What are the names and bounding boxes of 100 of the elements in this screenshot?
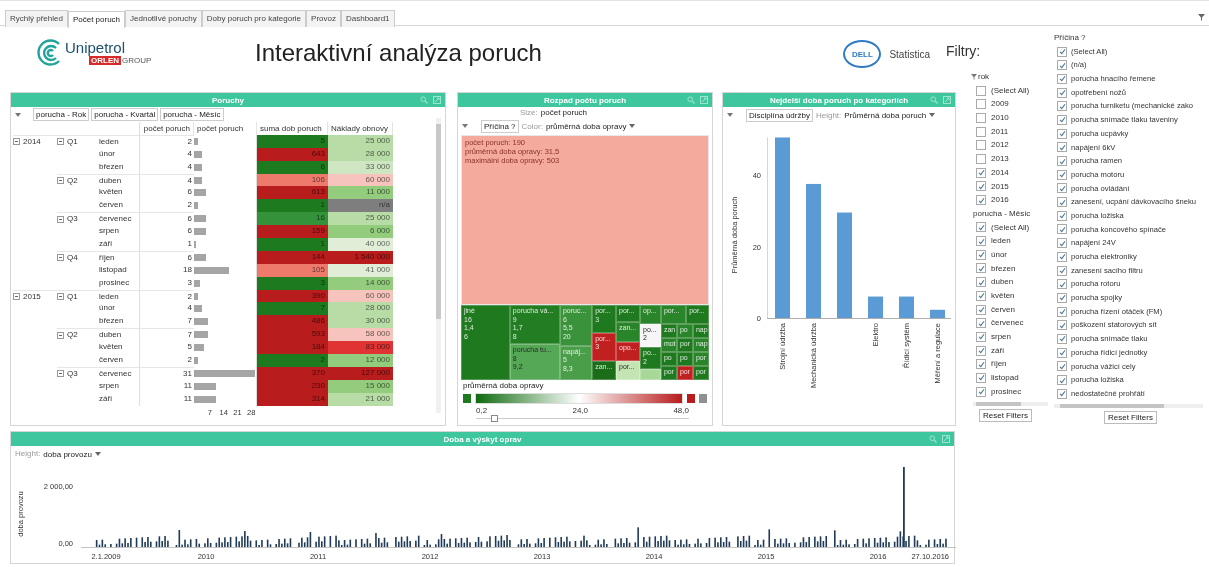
collapse-icon[interactable] xyxy=(57,177,64,184)
checkbox[interactable] xyxy=(976,318,986,329)
scrollbar[interactable] xyxy=(436,118,441,413)
checkbox[interactable] xyxy=(976,222,986,233)
filter-option[interactable]: srpen xyxy=(973,330,1054,344)
filter-option[interactable]: 2009 xyxy=(973,97,1054,112)
checkbox[interactable] xyxy=(1057,73,1067,84)
checkbox[interactable] xyxy=(976,236,986,247)
checkbox[interactable] xyxy=(1057,320,1067,331)
checkbox[interactable] xyxy=(1057,224,1067,235)
checkbox[interactable] xyxy=(976,359,986,370)
checkbox[interactable] xyxy=(1057,114,1067,125)
tab[interactable]: Počet poruch xyxy=(67,11,126,28)
checkbox[interactable] xyxy=(1057,128,1067,139)
filter-option[interactable]: 2010 xyxy=(973,111,1054,125)
category-field-button[interactable]: Příčina ? xyxy=(481,119,519,133)
pivot-field-button[interactable]: porucha - Kvartál xyxy=(91,108,159,121)
checkbox[interactable] xyxy=(976,304,986,315)
checkbox[interactable] xyxy=(976,112,986,123)
pivot-field-button[interactable]: porucha - Měsíc xyxy=(160,108,224,121)
dropdown-caret-icon[interactable] xyxy=(462,124,468,128)
filter-option[interactable]: 2011 xyxy=(973,124,1054,139)
tab[interactable]: Jednotlivé poruchy xyxy=(125,10,202,27)
slider-handle[interactable] xyxy=(490,415,498,422)
checkbox[interactable] xyxy=(976,290,986,301)
filter-option[interactable]: duben xyxy=(973,275,1054,289)
checkbox[interactable] xyxy=(1057,183,1067,194)
checkbox[interactable] xyxy=(1057,265,1067,276)
checkbox[interactable] xyxy=(976,277,986,288)
filter-option[interactable]: 2013 xyxy=(973,152,1054,166)
checkbox[interactable] xyxy=(976,126,986,137)
collapse-icon[interactable] xyxy=(57,370,64,378)
tab[interactable]: Rychlý přehled xyxy=(5,10,68,27)
checkbox[interactable] xyxy=(1057,169,1067,180)
bar[interactable] xyxy=(930,309,945,318)
collapse-icon[interactable] xyxy=(13,293,20,300)
filter-option[interactable]: červen xyxy=(973,302,1054,317)
checkbox[interactable] xyxy=(1057,210,1067,221)
filter-option[interactable]: listopad xyxy=(973,371,1054,385)
collapse-icon[interactable] xyxy=(13,138,20,146)
checkbox[interactable] xyxy=(1057,251,1067,262)
checkbox[interactable] xyxy=(1057,197,1067,208)
scrollbar[interactable] xyxy=(1054,403,1203,408)
tab[interactable]: Dashboard1 xyxy=(340,10,395,27)
scrollbar[interactable] xyxy=(973,401,1048,406)
category-field-button[interactable]: Disciplína údržby xyxy=(746,108,813,122)
filter-option[interactable]: (Select All) xyxy=(973,220,1054,235)
checkbox[interactable] xyxy=(976,345,986,356)
checkbox[interactable] xyxy=(976,195,986,206)
checkbox[interactable] xyxy=(976,263,986,274)
checkbox[interactable] xyxy=(1057,238,1067,249)
checkbox[interactable] xyxy=(976,99,986,110)
tab[interactable]: Doby poruch pro kategorie xyxy=(201,10,307,27)
filter-option[interactable]: červenec xyxy=(973,316,1054,331)
pivot-field-button[interactable]: porucha - Rok xyxy=(33,108,90,121)
filter-icon[interactable] xyxy=(1198,14,1205,21)
checkbox[interactable] xyxy=(976,249,986,260)
checkbox[interactable] xyxy=(1057,306,1067,317)
checkbox[interactable] xyxy=(976,140,986,151)
checkbox[interactable] xyxy=(976,167,986,178)
collapse-icon[interactable] xyxy=(57,293,64,300)
checkbox[interactable] xyxy=(1057,333,1067,344)
checkbox[interactable] xyxy=(1057,60,1067,71)
checkbox[interactable] xyxy=(976,153,986,164)
filter-option[interactable]: prosinec xyxy=(973,384,1054,399)
checkbox[interactable] xyxy=(1057,361,1067,372)
checkbox[interactable] xyxy=(1057,388,1067,399)
checkbox[interactable] xyxy=(976,372,986,383)
tab[interactable]: Provoz xyxy=(306,10,341,27)
reset-filters-button[interactable]: Reset Filters xyxy=(979,408,1032,422)
height-dropdown[interactable]: Průměrná doba poruch xyxy=(844,110,936,120)
filter-option[interactable]: 2015 xyxy=(973,179,1054,194)
checkbox[interactable] xyxy=(976,386,986,397)
filter-option[interactable]: září xyxy=(973,343,1054,358)
filter-option[interactable]: 2014 xyxy=(973,165,1054,180)
filter-option[interactable]: (Select All) xyxy=(973,83,1054,98)
filter-option[interactable]: květen xyxy=(973,289,1054,303)
checkbox[interactable] xyxy=(1057,142,1067,153)
dropdown-caret-icon[interactable] xyxy=(727,113,733,117)
filter-option[interactable]: říjen xyxy=(973,357,1054,372)
checkbox[interactable] xyxy=(1057,347,1067,358)
reset-filters-button[interactable]: Reset Filters xyxy=(1104,410,1157,424)
checkbox[interactable] xyxy=(1057,87,1067,98)
checkbox[interactable] xyxy=(976,181,986,192)
filter-option[interactable]: únor xyxy=(973,247,1054,262)
filter-option[interactable]: březen xyxy=(973,261,1054,276)
filter-option[interactable]: 2012 xyxy=(973,138,1054,153)
checkbox[interactable] xyxy=(976,331,986,342)
dropdown-caret-icon[interactable] xyxy=(15,112,21,117)
filter-option[interactable]: 2016 xyxy=(973,193,1054,207)
height-dropdown[interactable]: doba provozu xyxy=(43,449,101,459)
checkbox[interactable] xyxy=(1057,101,1067,112)
checkbox[interactable] xyxy=(1057,46,1067,57)
collapse-icon[interactable] xyxy=(57,138,64,146)
checkbox[interactable] xyxy=(1057,156,1067,167)
checkbox[interactable] xyxy=(1057,292,1067,303)
collapse-icon[interactable] xyxy=(57,331,64,339)
checkbox[interactable] xyxy=(1057,279,1067,290)
checkbox[interactable] xyxy=(976,85,986,96)
checkbox[interactable] xyxy=(1057,375,1067,386)
